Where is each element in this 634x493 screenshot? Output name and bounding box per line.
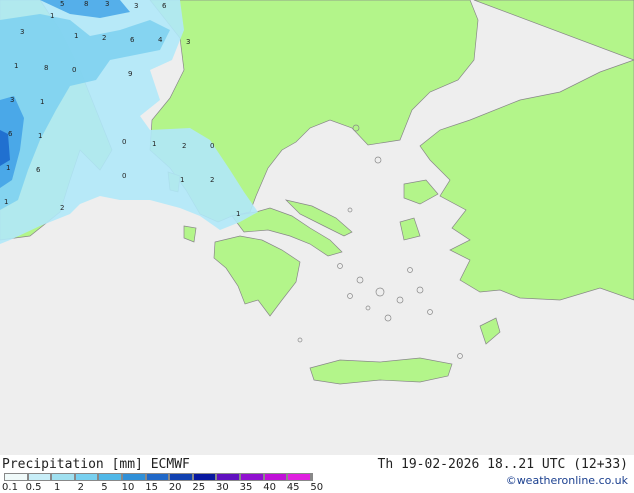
colorbar-swatch — [4, 473, 28, 481]
legend-area: Precipitation [mm] ECMWF Th 19-02-2026 1… — [0, 455, 634, 493]
precip-value: 1 — [6, 164, 10, 172]
precip-value: 3 — [20, 28, 24, 36]
precip-value: 6 — [8, 130, 13, 138]
precip-value: 5 — [60, 0, 64, 8]
precip-value: 0 — [122, 172, 126, 180]
colorbar-swatch — [121, 473, 146, 481]
run-info: Th 19-02-2026 18..21 UTC (12+33) — [377, 457, 628, 472]
precip-value: 8 — [44, 64, 48, 72]
precip-value: 0 — [210, 142, 214, 150]
precip-value: 1 — [236, 210, 240, 218]
precip-value: 3 — [105, 0, 109, 8]
colorbar-tick-label: 1 — [54, 482, 61, 493]
precip-value: 0 — [122, 138, 126, 146]
colorbar-tick-label: 40 — [263, 482, 276, 493]
colorbar-swatch — [216, 473, 240, 481]
precip-value: 1 — [180, 176, 184, 184]
precip-value: 3 — [10, 96, 14, 104]
credit-link[interactable]: ©weatheronline.co.uk — [506, 474, 628, 487]
precip-value: 3 — [186, 38, 190, 46]
precip-value: 1 — [40, 98, 44, 106]
colorbar-tick-label: 2 — [77, 482, 84, 493]
colorbar-swatch — [263, 473, 288, 481]
colorbar-swatch — [98, 473, 122, 481]
precip-value: 1 — [14, 62, 18, 70]
colorbar-ticks: 0.1 0.5 1 2 5 10 15 20 25 30 35 40 45 50 — [0, 482, 340, 493]
precipitation-map: 5 3 8 1 3 6 3 1 2 6 4 3 1 8 0 9 3 1 6 1 … — [0, 0, 634, 455]
precip-value: 2 — [182, 142, 186, 150]
colorbar-arrow — [310, 473, 313, 481]
colorbar-swatch — [239, 473, 264, 481]
colorbar-tick-label: 15 — [145, 482, 158, 493]
precip-value: 2 — [102, 34, 106, 42]
legend-title-text: Precipitation [mm] — [2, 457, 143, 472]
precip-value: 0 — [72, 66, 76, 74]
colorbar-swatch — [51, 473, 75, 481]
precip-value: 8 — [84, 0, 88, 8]
precip-value: 9 — [128, 70, 132, 78]
colorbar-tick-label: 5 — [101, 482, 108, 493]
colorbar-swatch — [169, 473, 193, 481]
legend-title: Precipitation [mm] ECMWF — [2, 457, 190, 472]
colorbar-tick-label: 50 — [310, 482, 324, 493]
colorbar-tick-label: 45 — [286, 482, 300, 493]
precip-value: 1 — [38, 132, 42, 140]
precip-value: 6 — [36, 166, 41, 174]
model-name: ECMWF — [150, 457, 190, 472]
precip-value: 1 — [152, 140, 156, 148]
colorbar-swatch — [192, 473, 217, 481]
precip-value: 1 — [50, 12, 54, 20]
precip-value: 2 — [60, 204, 64, 212]
colorbar-tick-label: 35 — [239, 482, 253, 493]
colorbar-tick-label: 30 — [216, 482, 229, 493]
colorbar-swatch — [287, 473, 311, 481]
precip-value: 2 — [210, 176, 214, 184]
precip-value: 1 — [4, 198, 8, 206]
precip-value: 1 — [74, 32, 78, 40]
colorbar-swatch — [145, 473, 170, 481]
precip-value: 6 — [130, 36, 135, 44]
colorbar-tick-label: 10 — [121, 482, 135, 493]
colorbar-swatch — [74, 473, 99, 481]
precip-value: 6 — [162, 2, 167, 10]
colorbar-tick-label: 25 — [192, 482, 206, 493]
colorbar-swatch — [27, 473, 52, 481]
precip-value: 4 — [158, 36, 163, 44]
precip-value: 3 — [134, 2, 138, 10]
colorbar — [4, 473, 313, 481]
colorbar-tick-label: 0.1 — [2, 482, 18, 493]
colorbar-tick-label: 20 — [168, 482, 182, 493]
colorbar-tick-label: 0.5 — [25, 482, 42, 493]
